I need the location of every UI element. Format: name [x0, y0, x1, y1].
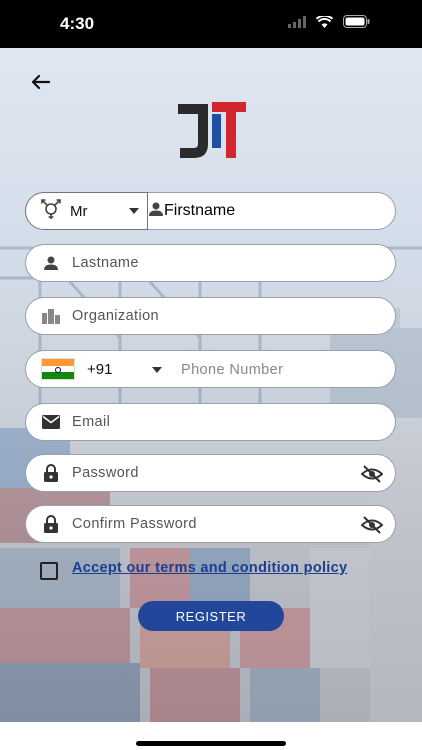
password-field[interactable]: Password — [25, 454, 396, 492]
india-flag-icon[interactable] — [41, 358, 75, 380]
jit-logo — [178, 102, 246, 158]
arrow-left-icon — [31, 74, 50, 90]
email-field[interactable]: Email — [25, 403, 396, 441]
email-placeholder: Email — [72, 414, 111, 430]
wifi-icon — [316, 15, 333, 28]
title-dropdown[interactable]: Mr — [25, 192, 148, 230]
terms-link[interactable]: Accept our terms and condition policy — [72, 560, 347, 576]
register-button[interactable]: REGISTER — [138, 601, 284, 631]
system-icons — [288, 15, 370, 28]
chevron-down-icon[interactable] — [152, 367, 162, 373]
lastname-field[interactable]: Lastname — [25, 244, 396, 282]
building-icon — [40, 305, 62, 327]
lock-icon — [40, 513, 62, 535]
person-icon — [40, 252, 62, 274]
confirm-password-placeholder: Confirm Password — [72, 516, 197, 532]
envelope-icon — [40, 411, 62, 433]
phone-placeholder: Phone Number — [181, 362, 284, 378]
country-code[interactable]: +91 — [87, 361, 112, 378]
battery-icon — [343, 15, 370, 28]
terms-checkbox[interactable] — [40, 562, 58, 580]
status-bar: 4:30 — [0, 0, 422, 48]
firstname-placeholder: Firstname — [164, 202, 236, 219]
firstname-field[interactable]: Firstname — [148, 192, 396, 230]
gender-icon — [40, 198, 62, 225]
lock-icon — [40, 462, 62, 484]
confirm-password-field[interactable]: Confirm Password — [25, 505, 396, 543]
phone-field[interactable]: +91 Phone Number — [25, 350, 396, 388]
home-indicator[interactable] — [136, 741, 286, 746]
chevron-down-icon — [129, 208, 139, 214]
title-value: Mr — [70, 202, 88, 220]
register-screen: Mr Firstname Lastname Organization +91 P… — [0, 48, 422, 722]
person-icon — [148, 201, 164, 222]
signal-icon — [288, 15, 306, 28]
organization-placeholder: Organization — [72, 308, 160, 324]
lastname-placeholder: Lastname — [72, 255, 139, 271]
password-placeholder: Password — [72, 465, 139, 481]
status-time: 4:30 — [60, 14, 95, 33]
eye-off-icon[interactable] — [361, 515, 383, 535]
back-button[interactable] — [26, 68, 54, 96]
organization-field[interactable]: Organization — [25, 297, 396, 335]
eye-off-icon[interactable] — [361, 464, 383, 484]
